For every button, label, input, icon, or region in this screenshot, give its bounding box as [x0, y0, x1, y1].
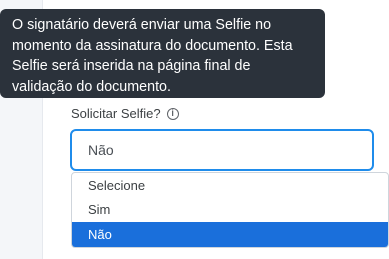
- tooltip-line-2: momento da assinatura do documento. Esta: [12, 37, 293, 54]
- selfie-options-dropdown: Selecione Sim Não: [71, 172, 389, 248]
- tooltip-line-3: Selfie será inserida na página final de: [12, 58, 251, 74]
- field-label-text: Solicitar Selfie?: [71, 106, 161, 121]
- option-sim[interactable]: Sim: [72, 198, 388, 223]
- tooltip-line-4: validação do documento.: [12, 78, 171, 95]
- solicitar-selfie-label: Solicitar Selfie? i: [71, 106, 179, 121]
- solicitar-selfie-select[interactable]: Não: [70, 129, 374, 171]
- tooltip-line-1: O signatário deverá enviar uma Selfie no: [12, 17, 272, 33]
- option-nao[interactable]: Não: [72, 222, 388, 247]
- selfie-setting-panel: Solicitar Selfie? i Não Selecione Sim Nã…: [0, 0, 389, 259]
- info-icon[interactable]: i: [166, 107, 179, 120]
- selfie-info-tooltip: O signatário deverá enviar uma Selfie no…: [0, 9, 325, 98]
- select-current-value: Não: [88, 142, 114, 158]
- option-selecione[interactable]: Selecione: [72, 173, 388, 198]
